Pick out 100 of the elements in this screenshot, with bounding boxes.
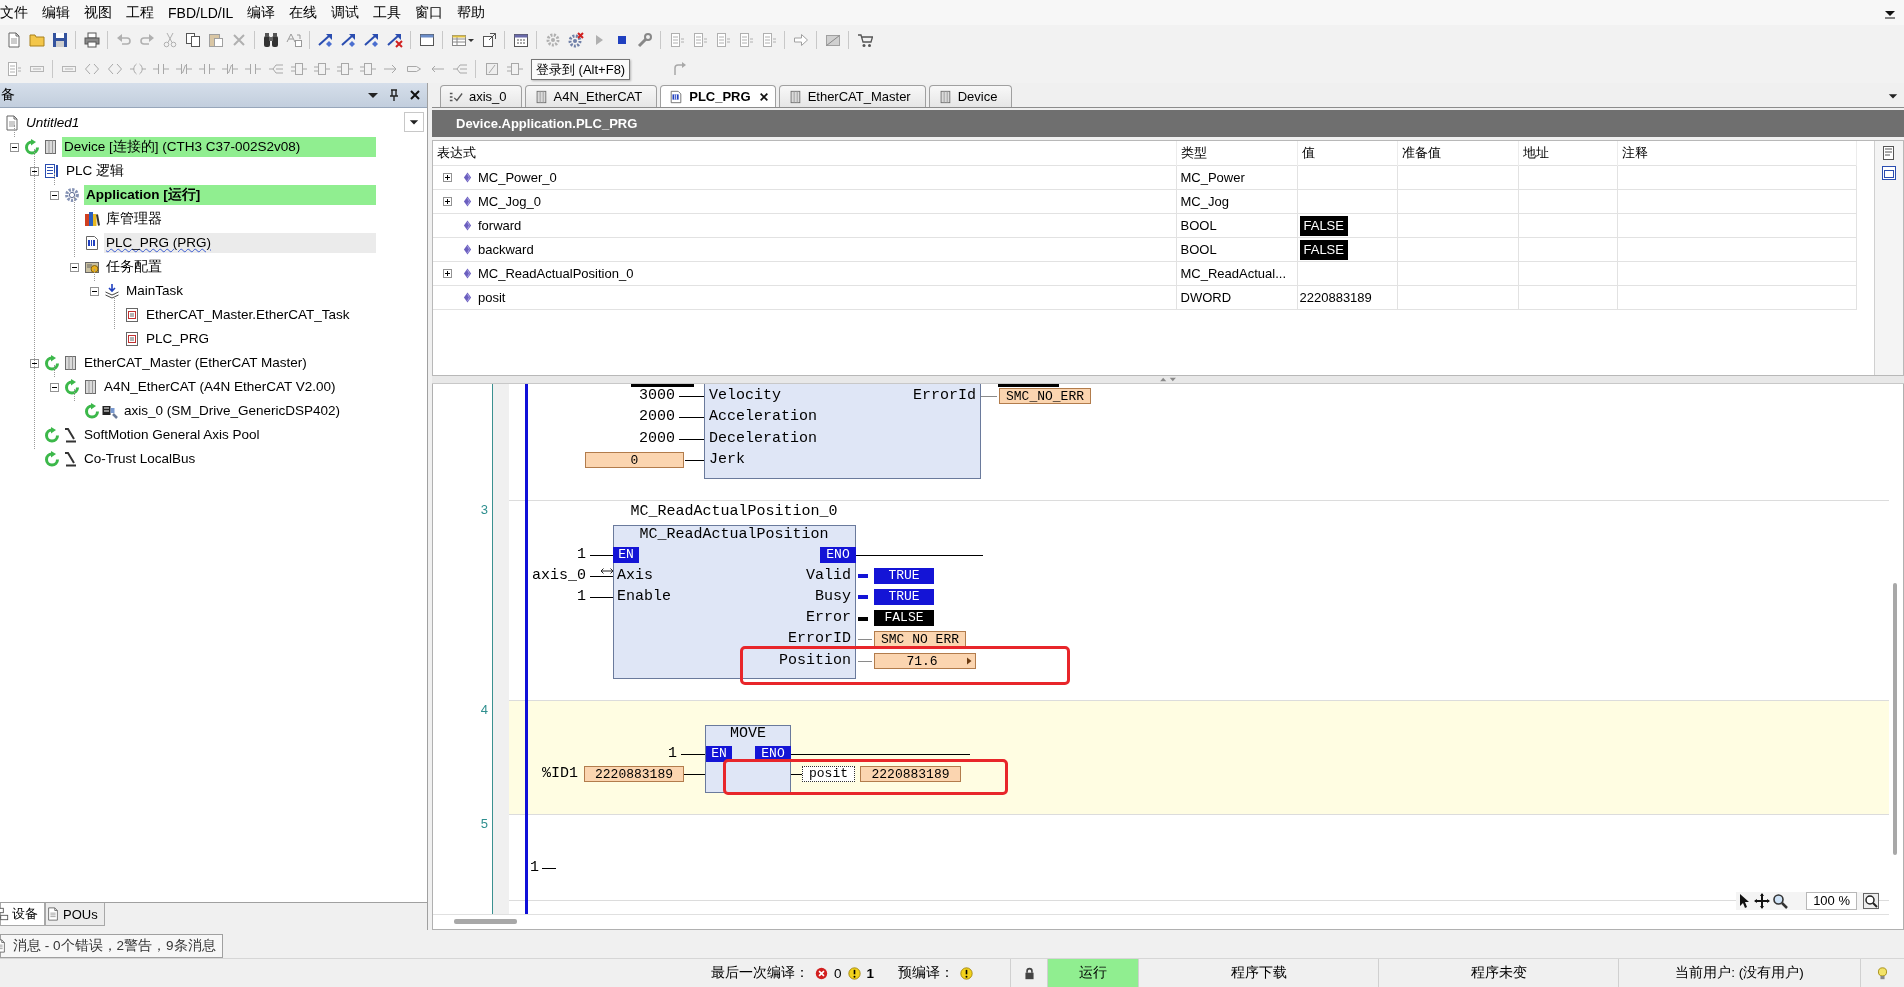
menu-item[interactable]: 帮助 xyxy=(457,3,486,22)
arrow-cross-icon[interactable] xyxy=(386,32,403,48)
list-icon[interactable] xyxy=(760,32,777,48)
tree-item[interactable]: axis_0 (SM_Drive_GenericDSP402) xyxy=(122,401,343,421)
tree-item[interactable]: A4N_EtherCAT (A4N EtherCAT V2.00) xyxy=(102,377,338,397)
redo-icon[interactable] xyxy=(138,32,155,48)
binoculars-icon[interactable] xyxy=(262,32,279,48)
caret-icon[interactable] xyxy=(1888,91,1898,101)
dropdown-button[interactable] xyxy=(404,112,424,132)
plus-box-icon[interactable] xyxy=(443,173,452,182)
tree-item[interactable]: Device [连接的] (CTH3 C37-002S2v08) xyxy=(62,137,376,157)
editor-tab[interactable]: EtherCAT_Master xyxy=(778,85,926,107)
document-icon[interactable] xyxy=(5,32,22,48)
gear-cross-icon[interactable] xyxy=(567,32,584,48)
panel-tab[interactable]: 设备 xyxy=(0,903,45,926)
editor-tab[interactable]: A4N_EtherCAT xyxy=(524,85,658,107)
printer-icon[interactable] xyxy=(83,32,100,48)
find-replace-icon[interactable] xyxy=(285,32,302,48)
branch-icon[interactable] xyxy=(451,61,468,77)
menu-item[interactable]: 文件 xyxy=(0,3,28,22)
search-icon[interactable] xyxy=(1772,893,1789,909)
column-header[interactable]: 注释 xyxy=(1617,141,1856,166)
editor-tab[interactable]: axis_0 xyxy=(440,85,522,107)
gear-icon[interactable] xyxy=(544,32,561,48)
minus-box-icon[interactable] xyxy=(89,286,99,296)
tree-item[interactable]: 库管理器 xyxy=(104,209,164,229)
branch-icon[interactable] xyxy=(267,61,284,77)
column-header[interactable]: 地址 xyxy=(1518,141,1617,166)
list-settings-icon[interactable] xyxy=(1881,145,1897,161)
scissors-icon[interactable] xyxy=(161,32,178,48)
angle-brackets-icon[interactable] xyxy=(83,61,100,77)
contact-icon[interactable] xyxy=(244,61,261,77)
list-icon[interactable] xyxy=(5,61,22,77)
tree-item[interactable]: MainTask xyxy=(124,281,186,301)
arrow-diamond-icon[interactable] xyxy=(340,32,357,48)
zoom-icon[interactable] xyxy=(1863,893,1879,909)
function-box-icon[interactable] xyxy=(336,61,353,77)
column-header[interactable]: 准备值 xyxy=(1397,141,1518,166)
panel-tab[interactable]: POUs xyxy=(45,903,105,926)
calendar-icon[interactable] xyxy=(512,32,529,48)
scrollbar-thumb[interactable] xyxy=(454,919,517,924)
function-box-icon[interactable] xyxy=(313,61,330,77)
grid-icon[interactable] xyxy=(1881,165,1897,181)
list-icon[interactable] xyxy=(691,32,708,48)
scrollbar-thumb[interactable] xyxy=(1893,583,1897,855)
list-icon[interactable] xyxy=(714,32,731,48)
plus-box-icon[interactable] xyxy=(443,269,452,278)
move-icon[interactable] xyxy=(1754,893,1771,909)
menu-item[interactable]: 编辑 xyxy=(42,3,70,22)
column-header[interactable]: 类型 xyxy=(1176,141,1297,166)
list-icon[interactable] xyxy=(737,32,754,48)
menu-item[interactable]: 编译 xyxy=(247,3,276,22)
plus-box-icon[interactable] xyxy=(443,197,452,206)
contact-icon[interactable] xyxy=(198,61,215,77)
slashed-panel-icon[interactable] xyxy=(824,32,841,48)
minus-box-icon[interactable] xyxy=(9,142,19,152)
tree-item[interactable]: Co-Trust LocalBus xyxy=(82,449,198,469)
wrench-icon[interactable] xyxy=(636,32,653,48)
slash-box-icon[interactable] xyxy=(483,61,500,77)
window-icon[interactable] xyxy=(418,32,435,48)
arrow-right-icon[interactable] xyxy=(792,32,809,48)
menu-item[interactable]: 工程 xyxy=(126,3,154,22)
network[interactable]: 3000 Velocity 2000 Acceleration 2000 Deceleration 0 Jerk ErrorId SMC_NO_ERR xyxy=(509,384,1889,500)
column-header[interactable]: 值 xyxy=(1297,141,1397,166)
folder-icon[interactable] xyxy=(28,32,45,48)
angle-brackets-icon[interactable] xyxy=(106,61,123,77)
pin-icon[interactable] xyxy=(388,89,400,101)
splitter-arrows-icon[interactable] xyxy=(1158,376,1178,383)
minus-box-icon[interactable] xyxy=(29,166,39,176)
export-icon[interactable] xyxy=(480,32,497,48)
menu-item[interactable]: 调试 xyxy=(331,3,360,22)
tree-item[interactable]: 任务配置 xyxy=(104,257,164,277)
function-box-icon[interactable] xyxy=(359,61,376,77)
arrow-diamond-icon[interactable] xyxy=(363,32,380,48)
column-header[interactable]: 表达式 xyxy=(433,141,1176,166)
editor-tab[interactable]: Device xyxy=(928,85,1013,107)
minus-box-icon[interactable] xyxy=(49,382,59,392)
undo-icon[interactable] xyxy=(115,32,132,48)
messages-tab[interactable]: 消息 - 0个错误，2警告，9条消息 xyxy=(0,934,223,958)
tree-item[interactable]: Untitled1 xyxy=(24,113,82,133)
menu-item[interactable]: 窗口 xyxy=(415,3,444,22)
minus-box-icon[interactable] xyxy=(49,190,59,200)
cross-icon[interactable] xyxy=(230,32,247,48)
contact-icon[interactable] xyxy=(152,61,169,77)
negated-contact-icon[interactable] xyxy=(221,61,238,77)
editor-tab[interactable]: PLC_PRG xyxy=(660,85,776,107)
close-icon[interactable] xyxy=(758,91,769,102)
tree-item[interactable]: Application [运行] xyxy=(84,185,376,205)
save-icon[interactable] xyxy=(51,32,68,48)
menu-item[interactable]: 工具 xyxy=(373,3,402,22)
tree-item[interactable]: PLC_PRG (PRG) xyxy=(104,233,376,253)
minus-box-icon[interactable] xyxy=(69,262,79,272)
close-icon[interactable] xyxy=(409,89,421,101)
menu-item[interactable]: FBD/LD/IL xyxy=(168,4,234,21)
negated-contact-icon[interactable] xyxy=(175,61,192,77)
tree-item[interactable]: EtherCAT_Master (EtherCAT Master) xyxy=(82,353,309,373)
menu-item[interactable]: 视图 xyxy=(84,3,112,22)
cart-icon[interactable] xyxy=(856,32,873,48)
minus-box-icon[interactable] xyxy=(29,358,39,368)
function-box-icon[interactable] xyxy=(290,61,307,77)
